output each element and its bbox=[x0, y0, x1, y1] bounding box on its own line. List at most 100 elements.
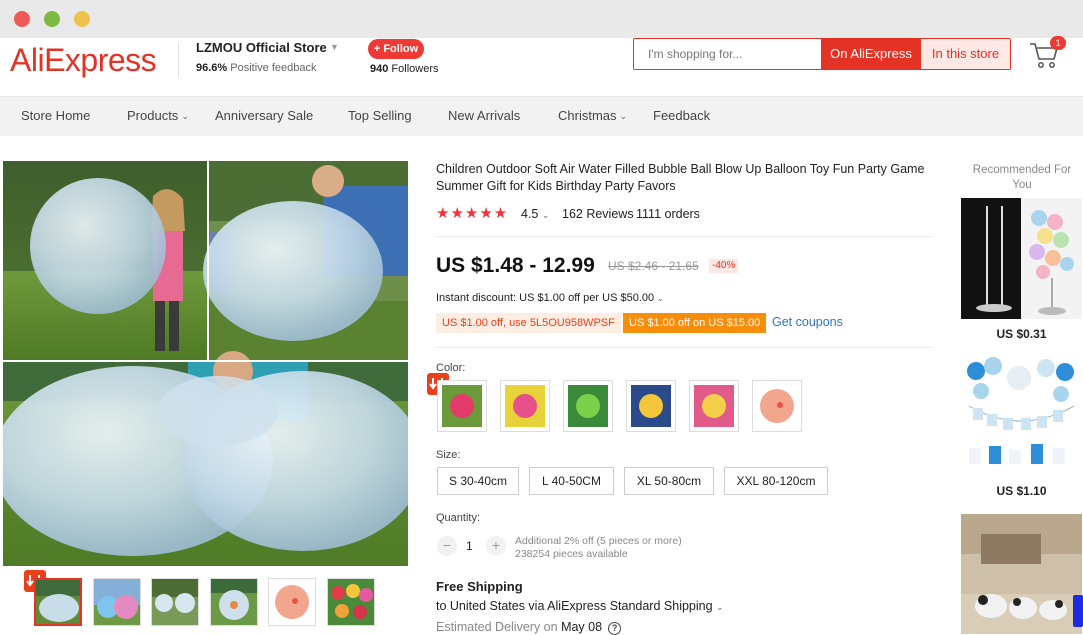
nav-label: Anniversary Sale bbox=[215, 108, 314, 123]
estimated-delivery: Estimated Delivery on May 08? bbox=[436, 620, 622, 635]
minimize-window-button[interactable] bbox=[44, 11, 60, 27]
recommended-title: Recommended For You bbox=[972, 164, 1072, 191]
recommended-image bbox=[961, 514, 1082, 634]
feedback-percent: 96.6% bbox=[196, 62, 228, 74]
recommended-image bbox=[961, 356, 1082, 477]
recommended-image bbox=[961, 198, 1082, 319]
aliexpress-logo[interactable]: AliExpress bbox=[10, 42, 157, 79]
cart-count-badge: 1 bbox=[1050, 36, 1066, 50]
get-coupons-link[interactable]: Get coupons bbox=[772, 315, 843, 329]
thumbnail-4[interactable] bbox=[210, 578, 258, 626]
search-input[interactable]: I'm shopping for... bbox=[634, 39, 821, 69]
nav-label: Christmas bbox=[558, 108, 617, 123]
coupon-code-tag[interactable]: US $1.00 off, use 5L5OU958WPSF bbox=[436, 313, 621, 333]
rating-stars: ★★★★★ bbox=[436, 205, 509, 222]
size-option-s[interactable]: S 30-40cm bbox=[437, 467, 519, 495]
quantity-increase-button[interactable]: + bbox=[486, 536, 506, 556]
store-feedback: 96.6% Positive feedback bbox=[196, 62, 316, 74]
rating-value[interactable]: 4.5 ⌄ bbox=[521, 206, 549, 223]
chevron-down-icon: ⌄ bbox=[181, 111, 189, 121]
nav-christmas[interactable]: Christmas ⌄ bbox=[558, 97, 627, 137]
color-option-5[interactable] bbox=[689, 380, 739, 432]
rating-number: 4.5 bbox=[521, 207, 539, 221]
nav-label: Feedback bbox=[653, 108, 711, 123]
quantity-value[interactable]: 1 bbox=[466, 539, 473, 553]
thumbnail-1[interactable] bbox=[34, 578, 82, 626]
color-option-2[interactable] bbox=[500, 380, 550, 432]
chevron-down-icon: ⌄ bbox=[657, 294, 664, 303]
cart-button[interactable]: 1 bbox=[1028, 36, 1068, 72]
discount-badge: -40% bbox=[709, 259, 739, 273]
recommended-price-2: US $1.10 bbox=[996, 484, 1047, 498]
nav-anniversary-sale[interactable]: Anniversary Sale bbox=[215, 97, 313, 137]
search-store-button[interactable]: In this store bbox=[921, 39, 1010, 69]
divider bbox=[436, 347, 932, 348]
store-nav: Store Home Products ⌄ Anniversary Sale To… bbox=[0, 96, 1083, 136]
quantity-note: Additional 2% off (5 pieces or more) 238… bbox=[515, 535, 682, 561]
recommended-item-2[interactable] bbox=[961, 356, 1082, 477]
delivery-prefix: Estimated Delivery on bbox=[436, 620, 558, 634]
color-option-6[interactable] bbox=[752, 380, 802, 432]
size-option-xxl[interactable]: XXL 80-120cm bbox=[724, 467, 828, 495]
chevron-down-icon: ⌄ bbox=[716, 602, 724, 612]
original-price: US $2.46 - 21.65 bbox=[608, 259, 699, 273]
product-photo bbox=[3, 161, 408, 566]
thumbnail-5[interactable] bbox=[268, 578, 316, 626]
nav-label: New Arrivals bbox=[448, 108, 521, 123]
quantity-label: Quantity: bbox=[436, 512, 481, 524]
shipping-method-text: to United States via AliExpress Standard… bbox=[436, 599, 713, 613]
recommended-price-1: US $0.31 bbox=[996, 327, 1047, 341]
chevron-down-icon: ⌄ bbox=[541, 210, 550, 220]
search-aliexpress-button[interactable]: On AliExpress bbox=[821, 39, 921, 69]
chevron-down-icon[interactable]: ▼ bbox=[330, 42, 339, 52]
nav-top-selling[interactable]: Top Selling bbox=[348, 97, 412, 137]
store-header: AliExpress LZMOU Official Store ▼ 96.6% … bbox=[0, 36, 1083, 96]
nav-new-arrivals[interactable]: New Arrivals bbox=[448, 97, 520, 137]
close-window-button[interactable] bbox=[14, 11, 30, 27]
nav-store-home[interactable]: Store Home bbox=[21, 97, 90, 137]
recommended-item-1[interactable] bbox=[961, 198, 1082, 319]
window-titlebar bbox=[0, 0, 1083, 38]
size-option-l[interactable]: L 40-50CM bbox=[529, 467, 614, 495]
search-bar: I'm shopping for... On AliExpress In thi… bbox=[633, 38, 1011, 70]
shipping-method[interactable]: to United States via AliExpress Standard… bbox=[436, 599, 724, 613]
size-option-xl[interactable]: XL 50-80cm bbox=[624, 467, 714, 495]
stock-available: 238254 pieces available bbox=[515, 548, 628, 560]
instant-discount[interactable]: Instant discount: US $1.00 off per US $5… bbox=[436, 292, 664, 304]
reviews-link[interactable]: 162 Reviews bbox=[562, 206, 634, 222]
color-option-3[interactable] bbox=[563, 380, 613, 432]
color-option-1[interactable] bbox=[437, 380, 487, 432]
shipping-title: Free Shipping bbox=[436, 579, 523, 594]
current-price: US $1.48 - 12.99 bbox=[436, 254, 595, 277]
coupon-offer-tag[interactable]: US $1.00 off on US $15.00 bbox=[623, 313, 767, 333]
zoom-window-button[interactable] bbox=[74, 11, 90, 27]
quantity-decrease-button[interactable]: − bbox=[437, 536, 457, 556]
thumbnail-6[interactable] bbox=[327, 578, 375, 626]
feedback-label: Positive feedback bbox=[230, 62, 317, 74]
chevron-down-icon: ⌄ bbox=[619, 111, 628, 121]
followers-number: 940 bbox=[370, 63, 389, 75]
nav-feedback[interactable]: Feedback bbox=[653, 97, 710, 137]
instant-discount-text: Instant discount: US $1.00 off per US $5… bbox=[436, 292, 655, 304]
thumbnail-2[interactable] bbox=[93, 578, 141, 626]
recommended-item-3[interactable] bbox=[961, 514, 1082, 634]
color-option-4[interactable] bbox=[626, 380, 676, 432]
nav-label: Products bbox=[127, 108, 179, 123]
delivery-date: May 08 bbox=[561, 620, 603, 634]
scroll-handle[interactable] bbox=[1073, 595, 1083, 627]
nav-products[interactable]: Products ⌄ bbox=[127, 97, 189, 137]
size-label: Size: bbox=[436, 449, 461, 461]
bulk-discount-note: Additional 2% off (5 pieces or more) bbox=[515, 535, 682, 547]
follow-button[interactable]: + Follow bbox=[368, 39, 424, 59]
divider bbox=[436, 236, 932, 237]
rating-row: ★★★★★ 4.5 ⌄ 162 Reviews 1111 orders bbox=[436, 205, 700, 224]
followers-count: 940 Followers bbox=[370, 63, 439, 75]
followers-label: Followers bbox=[391, 63, 439, 75]
nav-label: Store Home bbox=[21, 108, 91, 123]
nav-label: Top Selling bbox=[348, 108, 412, 123]
main-product-image[interactable] bbox=[3, 161, 408, 566]
header-divider bbox=[178, 42, 179, 78]
help-icon[interactable]: ? bbox=[608, 622, 622, 635]
thumbnail-3[interactable] bbox=[151, 578, 199, 626]
store-name-link[interactable]: LZMOU Official Store bbox=[196, 40, 327, 55]
